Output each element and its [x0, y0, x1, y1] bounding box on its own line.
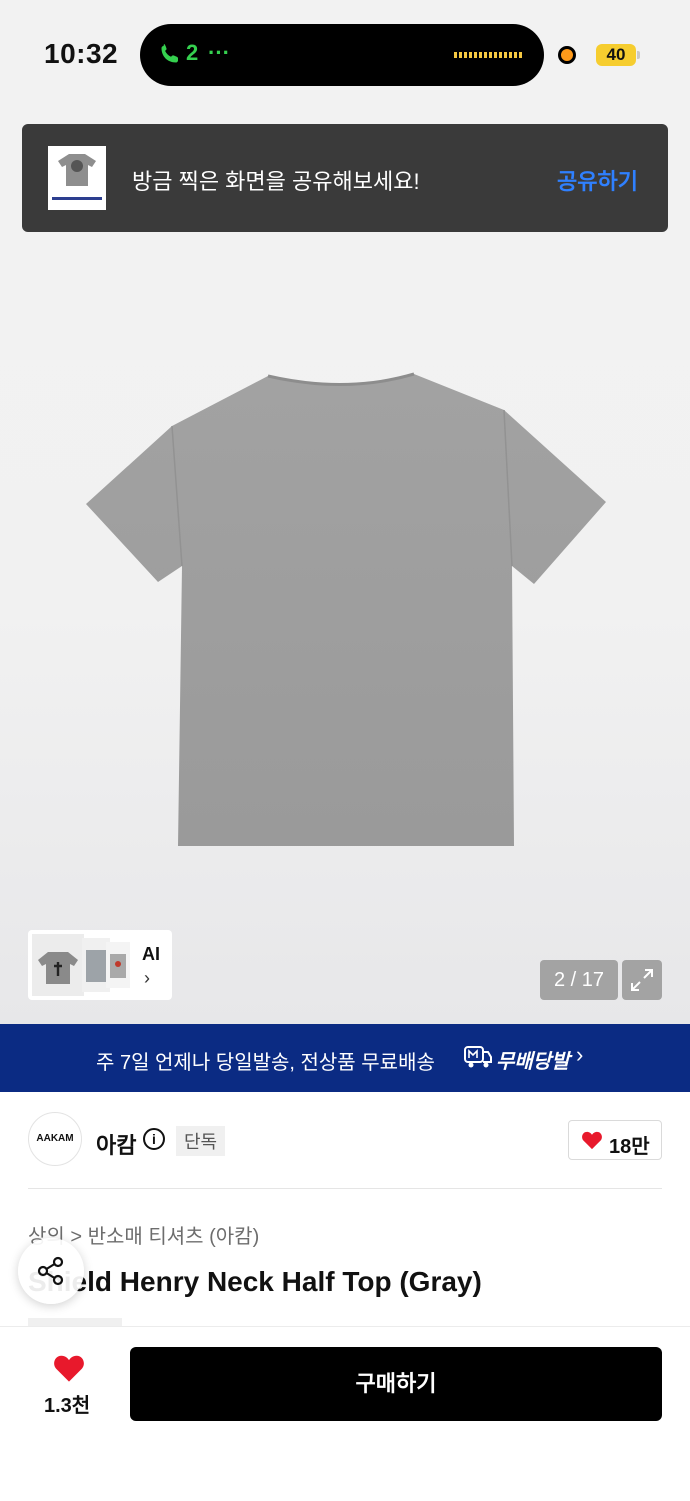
heart-icon — [54, 1355, 84, 1382]
thumbnail-image[interactable] — [32, 934, 84, 996]
expand-icon — [631, 969, 653, 991]
thumbnail-stripe — [52, 197, 102, 200]
divider — [28, 1188, 662, 1189]
audio-waveform-icon — [454, 52, 524, 58]
product-tshirt-image — [86, 372, 606, 846]
call-dots: ··· — [208, 40, 230, 65]
product-title: Shield Henry Neck Half Top (Gray) — [28, 1266, 482, 1297]
brand-logo[interactable]: AAKAM — [28, 1112, 82, 1166]
bottom-action-bar: 1.3천 구매하기 — [0, 1326, 690, 1501]
status-bar: 10:32 2 ··· 40 — [0, 0, 690, 112]
dynamic-island[interactable]: 2 ··· — [140, 24, 544, 86]
exclusive-badge: 단독 — [176, 1126, 226, 1156]
banner-brand: 무배당발 — [496, 1051, 570, 1073]
status-time: 10:32 — [44, 38, 119, 69]
tshirt-cross-icon — [38, 952, 78, 984]
banner-text: 주 7일 언제나 당일발송, 전상품 무료배송 — [96, 1052, 435, 1074]
chevron-right-icon: › — [576, 1042, 584, 1067]
chevron-right-icon: › — [144, 968, 150, 988]
share-icon — [37, 1256, 64, 1286]
buy-button[interactable]: 구매하기 — [130, 1347, 662, 1421]
toast-message: 방금 찍은 화면을 공유해보세요! — [132, 169, 420, 194]
free-shipping-banner[interactable]: 주 7일 언제나 당일발송, 전상품 무료배송 무배당발 › — [0, 1024, 690, 1092]
ai-thumbnail-strip[interactable]: AI › — [28, 930, 172, 1000]
share-screenshot-toast: 방금 찍은 화면을 공유해보세요! 공유하기 — [22, 124, 668, 232]
brand-row: AAKAM 아캄 i 단독 18만 — [0, 1092, 690, 1188]
tshirt-thumb-icon — [110, 954, 126, 978]
ai-label: AI — [142, 944, 160, 964]
phone-icon — [161, 44, 178, 63]
share-floating-button[interactable] — [18, 1238, 84, 1304]
brand-like-count: 18만 — [609, 1136, 650, 1158]
brand-name[interactable]: 아캄 — [96, 1128, 136, 1160]
expand-button[interactable] — [622, 960, 662, 1000]
wishlist-count: 1.3천 — [44, 1395, 91, 1417]
product-tag — [28, 1318, 122, 1326]
battery-indicator: 40 — [596, 44, 636, 66]
call-count: 2 — [186, 40, 199, 65]
image-pager: 2 / 17 — [540, 960, 618, 1000]
battery-cap-icon — [637, 51, 640, 59]
brand-like-button[interactable]: 18만 — [568, 1120, 662, 1160]
thumbnail-image[interactable] — [106, 942, 130, 988]
share-button[interactable]: 공유하기 — [557, 164, 638, 196]
screenshot-thumbnail[interactable] — [48, 146, 106, 210]
recording-indicator-icon — [558, 46, 576, 64]
heart-icon — [582, 1131, 602, 1150]
delivery-truck-icon — [464, 1046, 492, 1068]
tshirt-mini-icon — [58, 154, 96, 186]
info-icon[interactable]: i — [143, 1128, 165, 1150]
